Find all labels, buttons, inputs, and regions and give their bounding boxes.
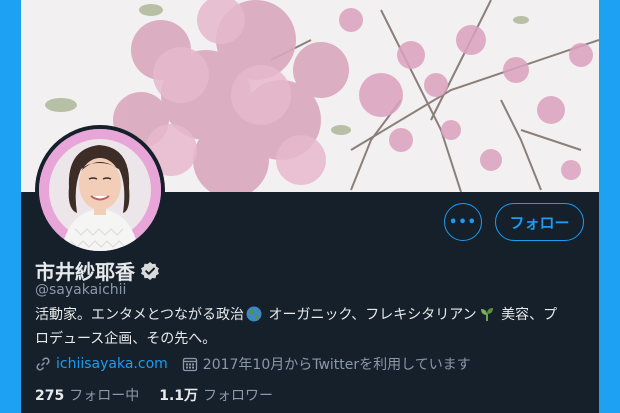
bio-text-2: オーガニック、フレキシタリアン xyxy=(264,307,477,323)
joined-item: 2017年10月からTwitterを利用しています xyxy=(182,354,471,374)
followers-label: フォロワー xyxy=(203,388,274,404)
website-item: ichiisayaka.com xyxy=(35,356,168,372)
more-options-button[interactable]: ••• xyxy=(444,203,482,241)
joined-date: 2017年10月からTwitterを利用しています xyxy=(202,357,471,373)
profile-stats: 275 フォロー中 1.1万 フォロワー xyxy=(35,385,293,405)
bio-text-1: 活動家。エンタメとつながる政治 xyxy=(35,307,245,323)
link-icon xyxy=(36,357,50,371)
follow-button[interactable]: フォロー xyxy=(495,203,584,241)
verified-badge-icon xyxy=(140,261,160,281)
following-label: フォロー中 xyxy=(69,388,140,404)
calendar-icon xyxy=(182,357,197,372)
following-count: 275 xyxy=(35,388,65,404)
followers-stat[interactable]: 1.1万 フォロワー xyxy=(159,385,273,405)
following-stat[interactable]: 275 フォロー中 xyxy=(35,385,139,405)
profile-avatar[interactable] xyxy=(35,125,165,255)
profile-handle: @sayakaichii xyxy=(35,282,127,298)
globe-emoji-icon xyxy=(246,306,262,329)
profile-name: 市井紗耶香 xyxy=(35,260,135,284)
followers-count: 1.1万 xyxy=(159,388,199,404)
more-icon: ••• xyxy=(449,214,477,230)
bio-text-3: 美容、プ xyxy=(496,307,558,323)
profile-meta: ichiisayaka.com 2017年10月からTwitterを利用していま… xyxy=(35,354,485,374)
avatar-photo xyxy=(39,129,161,251)
profile-bio: 活動家。エンタメとつながる政治 オーガニック、フレキシタリアン 美容、プ ロデュ… xyxy=(35,305,595,350)
bio-text-4: ロデュース企画、その先へ。 xyxy=(35,331,217,347)
seedling-emoji-icon xyxy=(479,306,495,329)
profile-card: ••• フォロー 市井紗耶香 @sayakaichii 活動家。エンタメとつなが… xyxy=(21,0,599,413)
website-link[interactable]: ichiisayaka.com xyxy=(56,356,168,372)
name-row: 市井紗耶香 xyxy=(35,256,160,285)
